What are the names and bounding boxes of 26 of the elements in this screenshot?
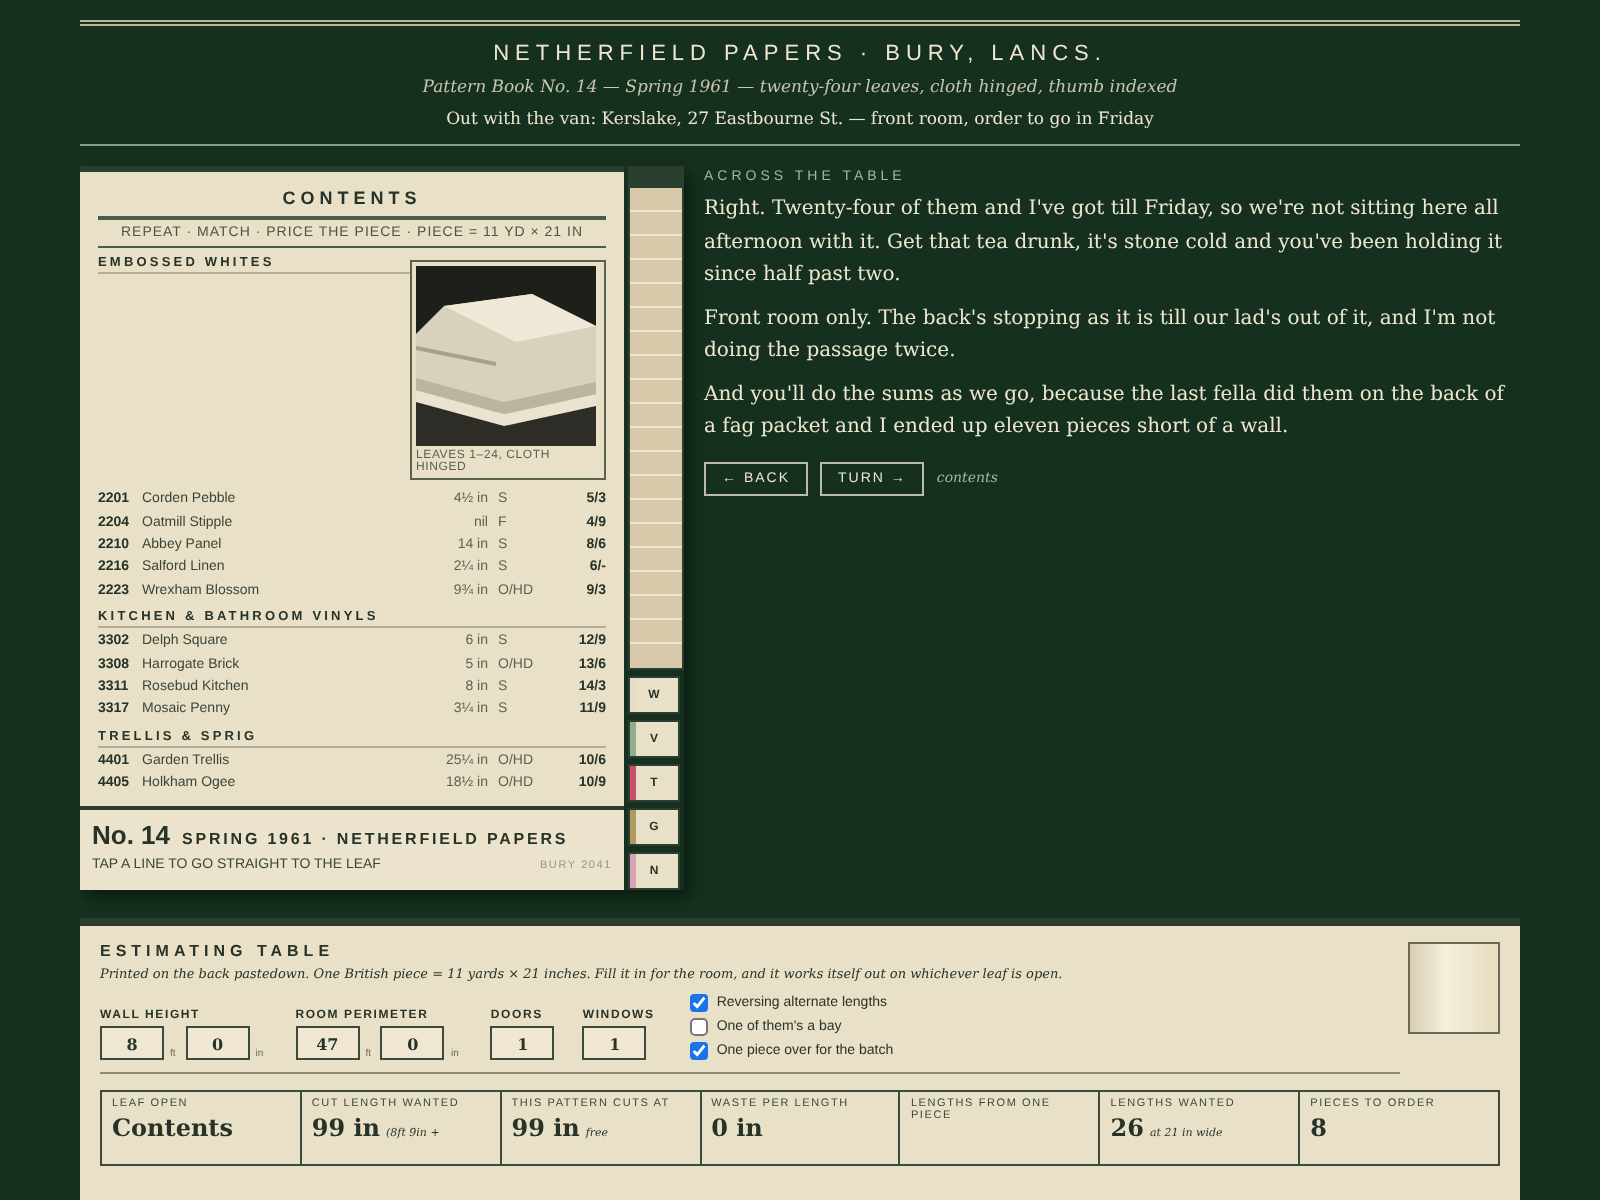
contents-heading: CONTENTS: [98, 188, 606, 220]
number-field[interactable]: 1: [582, 1026, 647, 1060]
dialogue-paragraph: Right. Twenty-four of them and I've got till Friday, so we're not sitting here all afternoon with it. Get that tea drunk, it's stone cold and you've been holding it since half past two.: [704, 196, 1505, 290]
book-number: No. 14: [92, 820, 171, 850]
result-value: 8: [1310, 1114, 1328, 1142]
number-field[interactable]: 0: [380, 1026, 445, 1060]
van-line: Out with the van: Kerslake, 27 Eastbourne St. — front room, order to go in Friday: [444, 110, 1156, 130]
dialogue-paragraph: And you'll do the sums as we go, because the last fella did them on the back of a fag packet and I ended up eleven pieces short of a wall.: [704, 381, 1507, 442]
paper-swatch: [1408, 942, 1500, 1034]
result-value: 0 in: [711, 1114, 763, 1142]
number-field[interactable]: 0: [185, 1026, 250, 1060]
result-value: Contents: [112, 1114, 233, 1142]
dialogue-paragraph: Front room only. The back's stopping as it is till our lad's out of it, and I'm not doing the passage twice.: [704, 305, 1498, 366]
number-field[interactable]: 47: [295, 1026, 360, 1060]
result-value: 26: [1110, 1114, 1144, 1142]
masthead-title: NETHERFIELD PAPERS · BURY, LANCS.: [491, 42, 1109, 66]
book-edition: SPRING 1961 · NETHERFIELD PAPERS: [182, 830, 569, 848]
checkbox[interactable]: [690, 994, 709, 1012]
checkbox[interactable]: [690, 1018, 709, 1036]
panel-title: ESTIMATING TABLE: [100, 942, 337, 960]
result-value: 99 in: [311, 1114, 381, 1142]
number-field[interactable]: 1: [490, 1026, 555, 1060]
number-field[interactable]: 8: [100, 1026, 164, 1060]
checkbox[interactable]: [690, 1042, 709, 1060]
masthead-subtitle: Pattern Book No. 14 — Spring 1961 — twenty-four leaves, cloth hinged, thumb indexed: [420, 78, 1180, 98]
result-value: 99 in: [511, 1114, 580, 1142]
